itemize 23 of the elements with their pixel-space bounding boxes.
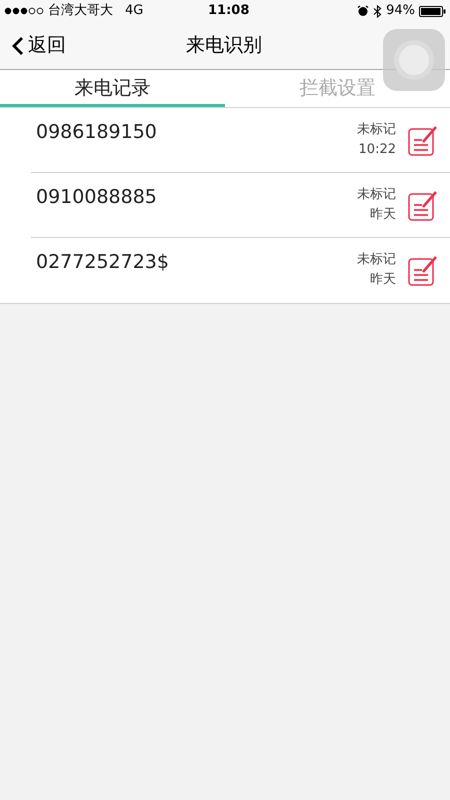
network-type: 4G (125, 2, 144, 20)
phone-number: 0910088885 (36, 185, 157, 210)
chevron-left-icon (12, 36, 24, 56)
phone-number: 0277252723$ (36, 250, 169, 275)
back-button[interactable]: 返回 (12, 31, 66, 60)
call-time: 昨天 (370, 271, 396, 289)
edit-note-icon[interactable] (408, 124, 438, 156)
bluetooth-icon (373, 4, 382, 18)
call-time: 昨天 (370, 206, 396, 224)
battery-percent: 94% (386, 2, 415, 20)
alarm-icon (357, 5, 370, 17)
phone-number: 0986189150 (36, 120, 157, 145)
signal-icon (4, 7, 44, 15)
mark-status: 未标记 (357, 186, 396, 204)
mark-status: 未标记 (357, 251, 396, 269)
edit-note-icon[interactable] (408, 254, 438, 286)
clock: 11:08 (208, 2, 250, 20)
battery-icon (419, 6, 446, 16)
call-time: 10:22 (358, 141, 396, 159)
carrier-name: 台湾大哥大 (48, 2, 113, 20)
page-title: 来电识别 (186, 33, 262, 58)
mark-status: 未标记 (357, 121, 396, 139)
edit-note-icon[interactable] (408, 189, 438, 221)
